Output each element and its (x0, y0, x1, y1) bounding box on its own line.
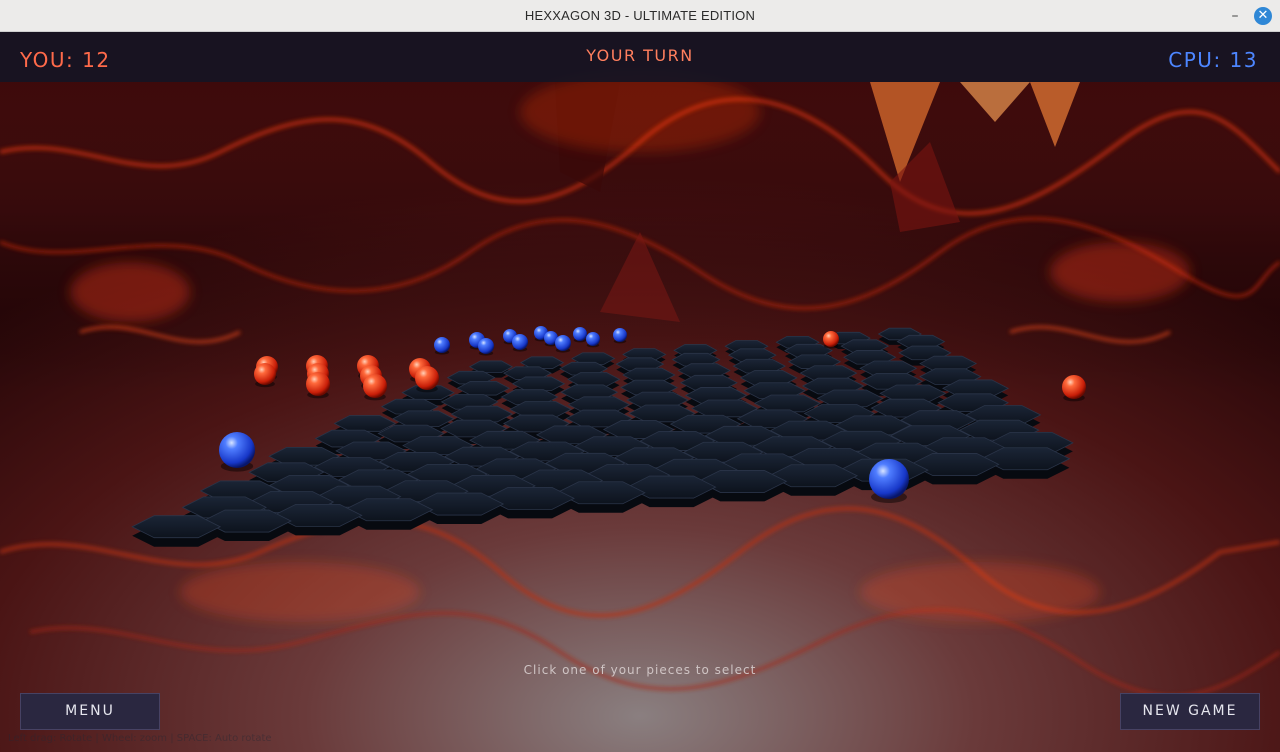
cpu-piece[interactable] (573, 327, 587, 341)
close-icon[interactable]: ✕ (1254, 7, 1272, 25)
minimize-icon[interactable]: – (1226, 7, 1244, 25)
game-scene[interactable] (0, 32, 1280, 752)
title-bar: HEXXAGON 3D - ULTIMATE EDITION – ✕ (0, 0, 1280, 32)
cpu-piece[interactable] (555, 335, 571, 351)
cpu-score: CPU: 13 (1168, 48, 1258, 72)
cpu-piece[interactable] (478, 338, 494, 354)
hud-bar: YOU: 12 YOUR TURN CPU: 13 (0, 32, 1280, 82)
cpu-piece[interactable] (613, 328, 627, 342)
new-game-button[interactable]: NEW GAME (1120, 693, 1260, 730)
menu-button[interactable]: MENU (20, 693, 160, 730)
cpu-piece[interactable] (219, 432, 255, 468)
player-piece[interactable] (823, 331, 839, 347)
instruction-hint: Click one of your pieces to select (523, 663, 757, 677)
game-window: HEXXAGON 3D - ULTIMATE EDITION – ✕ YOU: … (0, 0, 1280, 752)
window-title: HEXXAGON 3D - ULTIMATE EDITION (524, 8, 756, 23)
cpu-piece[interactable] (512, 334, 528, 350)
player-piece[interactable] (254, 363, 276, 385)
turn-status: YOUR TURN (586, 46, 694, 65)
cpu-piece[interactable] (586, 332, 600, 346)
cpu-piece[interactable] (869, 459, 909, 499)
player-piece[interactable] (363, 374, 387, 398)
controls-hint: Left drag: Rotate | Wheel: zoom | SPACE:… (8, 733, 272, 744)
cpu-piece[interactable] (434, 337, 450, 353)
scene-canvas[interactable] (0, 32, 1280, 752)
player-piece[interactable] (306, 372, 330, 396)
player-piece[interactable] (415, 366, 439, 390)
player-piece[interactable] (1062, 375, 1086, 399)
